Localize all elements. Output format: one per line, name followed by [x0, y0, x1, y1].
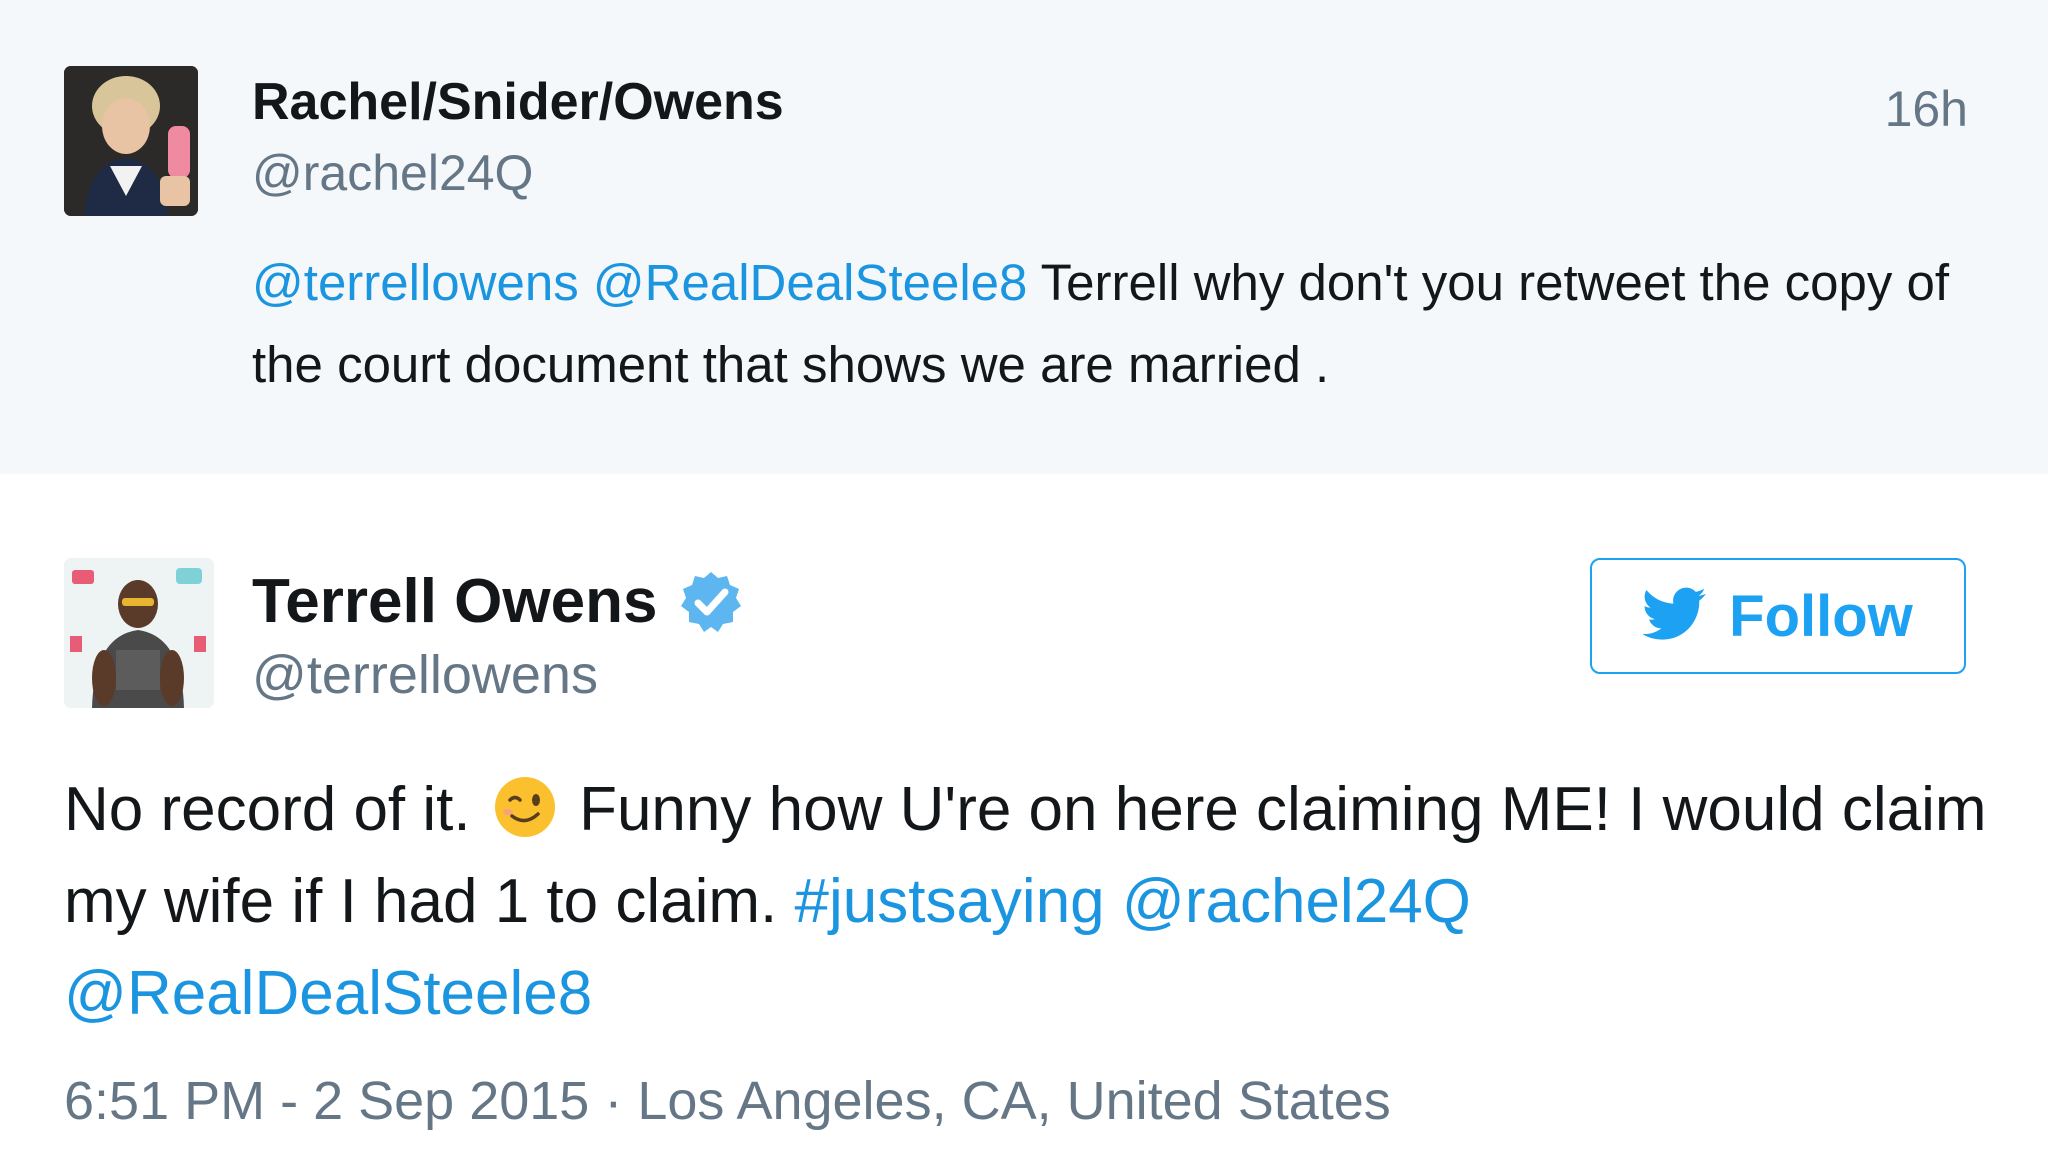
user-photo-icon	[64, 558, 214, 708]
mention-link[interactable]: @RealDealSteele8	[593, 254, 1028, 311]
tweet-body: No record of it. Funny how U're on here …	[64, 764, 1994, 1040]
reply-body: @terrellowens @RealDealSteele8 Terrell w…	[252, 242, 1972, 406]
tweet-handle[interactable]: @terrellowens	[252, 644, 598, 706]
winking-face-icon	[492, 774, 558, 840]
follow-label: Follow	[1729, 583, 1913, 649]
user-photo-icon	[64, 66, 198, 216]
follow-button[interactable]: Follow	[1590, 558, 1966, 674]
reply-timestamp[interactable]: 16h	[1885, 80, 1968, 138]
meta-separator: ·	[604, 1071, 623, 1131]
reply-display-name[interactable]: Rachel/Snider/Owens	[252, 72, 784, 132]
reply-handle[interactable]: @rachel24Q	[252, 144, 533, 202]
twitter-bird-icon	[1642, 587, 1729, 646]
tweet-metadata: 6:51 PM - 2 Sep 2015 · Los Angeles, CA, …	[64, 1070, 1391, 1132]
reply-tweet-card: Rachel/Snider/Owens @rachel24Q 16h @terr…	[0, 0, 2048, 474]
mention-link[interactable]: @RealDealSteele8	[64, 959, 592, 1028]
tweet-location[interactable]: Los Angeles, CA, United States	[637, 1071, 1390, 1131]
reply-avatar[interactable]	[64, 66, 198, 216]
hashtag-link[interactable]: #justsaying	[794, 867, 1104, 936]
tweet-text-part1: No record of it.	[64, 775, 471, 844]
mention-link[interactable]: @rachel24Q	[1122, 867, 1471, 936]
verified-badge-icon	[679, 570, 743, 634]
tweet-avatar[interactable]	[64, 558, 214, 708]
mention-link[interactable]: @terrellowens	[252, 254, 579, 311]
tweet-author: Terrell Owens	[252, 566, 743, 637]
tweet-timestamp[interactable]: 6:51 PM - 2 Sep 2015	[64, 1071, 589, 1131]
main-tweet-card: Terrell Owens @terrellowens Follow No re…	[0, 474, 2048, 1152]
tweet-display-name[interactable]: Terrell Owens	[252, 566, 657, 637]
